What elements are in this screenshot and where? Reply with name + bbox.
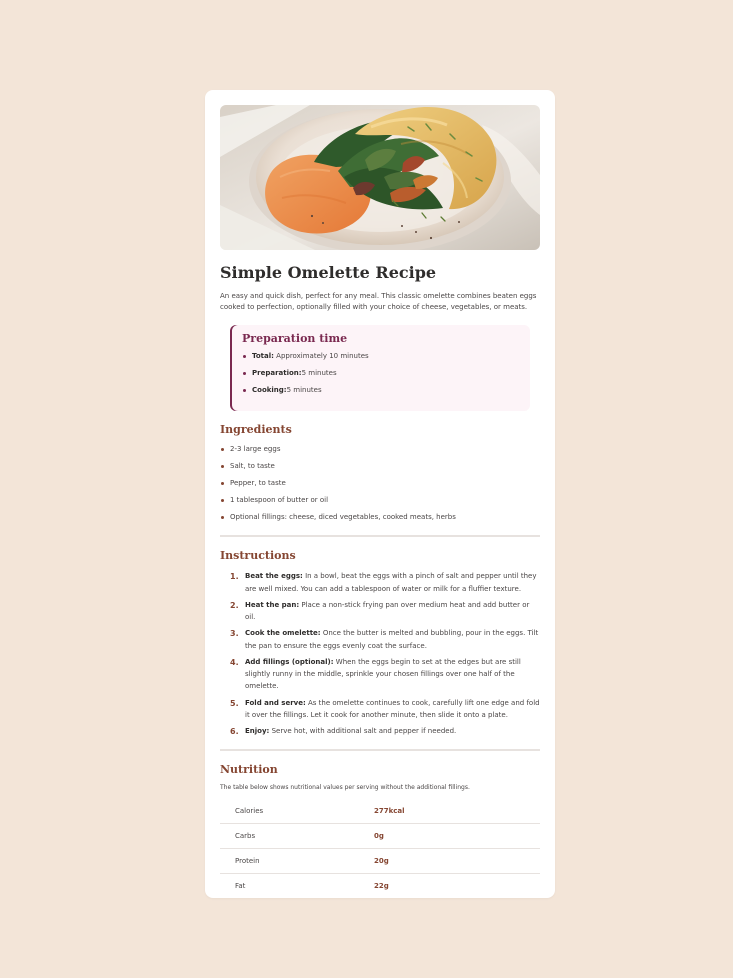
nutrition-value: 0g xyxy=(373,823,540,850)
instructions-list: 1. Beat the eggs: In a bowl, beat the eg… xyxy=(220,570,540,737)
nutrition-row: Carbs 0g xyxy=(220,823,540,850)
preparation-box: Preparation time Total: Approximately 10… xyxy=(230,324,530,411)
ingredient-item: 2-3 large eggs xyxy=(221,444,540,455)
ingredients-list: 2-3 large eggs Salt, to taste Pepper, to… xyxy=(220,444,540,524)
preparation-item-value: 5 minutes xyxy=(301,369,337,378)
instruction-number: 1. xyxy=(230,572,239,582)
preparation-item-value: Approximately 10 minutes xyxy=(273,351,369,360)
instruction-number: 6. xyxy=(230,727,239,737)
ingredient-item: Pepper, to taste xyxy=(221,478,540,489)
instruction-item: 4. Add fillings (optional): When the egg… xyxy=(220,656,540,693)
nutrition-value: 277kcal xyxy=(373,799,540,825)
instruction-label: Add fillings (optional): xyxy=(245,657,334,666)
omelette-image xyxy=(220,105,540,250)
section-divider xyxy=(220,535,540,538)
nutrition-title: Nutrition xyxy=(220,763,278,777)
preparation-title: Preparation time xyxy=(242,331,348,345)
section-divider xyxy=(220,749,540,752)
instruction-label: Fold and serve: xyxy=(245,698,306,707)
instruction-item: 5. Fold and serve: As the omelette conti… xyxy=(220,697,540,722)
instruction-number: 4. xyxy=(230,657,239,667)
recipe-content: Simple Omelette Recipe An easy and quick… xyxy=(220,105,540,898)
ingredient-item: Salt, to taste xyxy=(221,461,540,472)
nutrition-name: Fat xyxy=(235,882,246,891)
ingredient-item: Optional fillings: cheese, diced vegetab… xyxy=(221,512,540,523)
nutrition-name: Calories xyxy=(220,799,373,825)
nutrition-row: Protein 20g xyxy=(220,848,540,875)
preparation-item: Total: Approximately 10 minutes xyxy=(243,351,520,362)
instructions-title: Instructions xyxy=(220,549,296,563)
recipe-title: Simple Omelette Recipe xyxy=(220,263,437,282)
ingredients-title: Ingredients xyxy=(220,422,292,436)
nutrition-description: The table below shows nutritional values… xyxy=(220,784,470,792)
instruction-item: 3. Cook the omelette: Once the butter is… xyxy=(220,627,540,652)
nutrition-name: Protein xyxy=(220,848,373,875)
instruction-item: 1. Beat the eggs: In a bowl, beat the eg… xyxy=(220,570,540,595)
preparation-item-value: 5 minutes xyxy=(286,386,322,395)
instruction-label: Cook the omelette: xyxy=(245,629,321,638)
nutrition-value: 22g xyxy=(374,882,389,891)
instruction-text: Serve hot, with additional salt and pepp… xyxy=(269,727,457,736)
preparation-item: Cooking:5 minutes xyxy=(243,385,520,396)
instruction-number: 2. xyxy=(230,600,239,610)
instruction-label: Enjoy: xyxy=(245,727,270,736)
instruction-label: Beat the eggs: xyxy=(245,572,303,581)
ingredient-item: 1 tablespoon of butter or oil xyxy=(221,495,540,506)
recipe-card: Simple Omelette Recipe An easy and quick… xyxy=(205,90,555,898)
nutrition-row: Calories 277kcal xyxy=(220,799,540,825)
nutrition-table: Calories 277kcal Carbs 0g Protein 20g Fa… xyxy=(220,799,540,898)
instruction-item: 6. Enjoy: Serve hot, with additional sal… xyxy=(220,725,540,737)
preparation-item-label: Total: xyxy=(252,351,274,360)
instruction-number: 3. xyxy=(230,629,239,639)
nutrition-value: 20g xyxy=(373,848,540,875)
nutrition-name: Carbs xyxy=(220,823,373,850)
preparation-list: Total: Approximately 10 minutes Preparat… xyxy=(242,351,520,397)
preparation-item: Preparation:5 minutes xyxy=(243,368,520,379)
instruction-label: Heat the pan: xyxy=(245,600,300,609)
instruction-number: 5. xyxy=(230,698,239,708)
preparation-item-label: Cooking: xyxy=(252,386,287,395)
nutrition-row: Fat 22g xyxy=(220,874,540,899)
recipe-intro: An easy and quick dish, perfect for any … xyxy=(220,291,537,311)
instruction-item: 2. Heat the pan: Place a non-stick fryin… xyxy=(220,599,540,624)
preparation-item-label: Preparation: xyxy=(252,369,302,378)
